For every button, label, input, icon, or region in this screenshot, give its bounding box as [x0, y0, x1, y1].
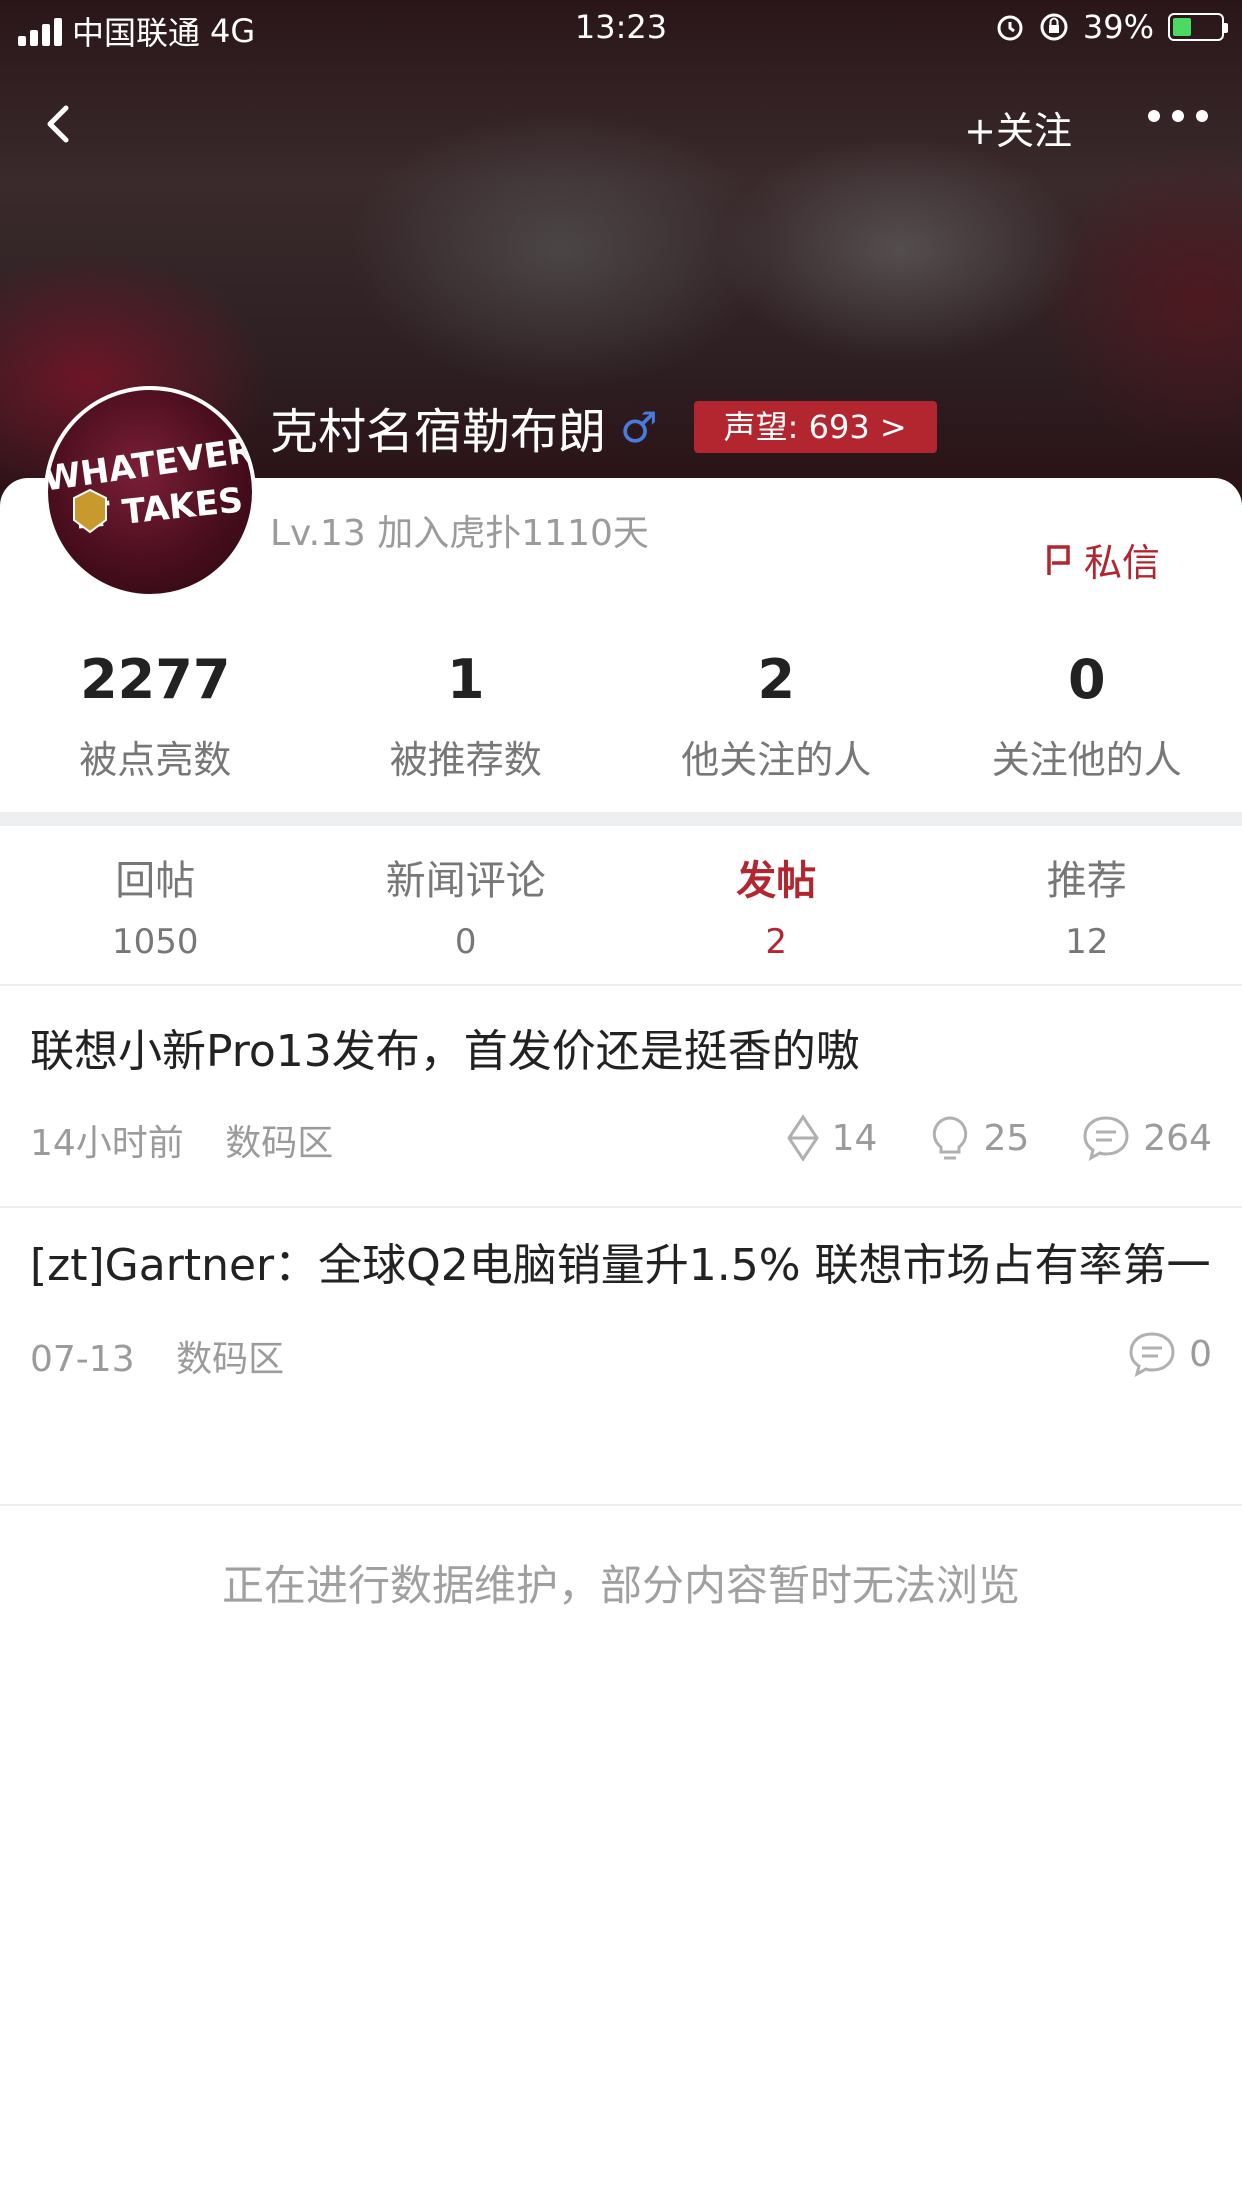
stats-row: 2277 被点亮数 1 被推荐数 2 他关注的人 0 关注他的人 — [0, 648, 1242, 784]
stat-label: 关注他的人 — [991, 738, 1182, 782]
rotation-lock-icon — [1040, 13, 1068, 41]
status-bar: 中国联通 4G 13:23 39% — [0, 0, 1242, 60]
tab-count: 12 — [1065, 922, 1109, 962]
more-dots-icon — [1148, 110, 1160, 122]
tab-recommend[interactable]: 推荐 12 — [932, 848, 1242, 962]
battery-icon — [1168, 13, 1228, 41]
stat-value: 2277 — [80, 648, 231, 711]
battery-percent: 39% — [1082, 8, 1154, 46]
list-separator — [0, 984, 1242, 986]
list-separator — [0, 1504, 1242, 1506]
tab-news-comments[interactable]: 新闻评论 0 — [311, 848, 622, 962]
reputation-badge[interactable]: 声望: 693 > — [693, 401, 937, 453]
tab-count: 1050 — [111, 922, 199, 962]
post-section: 数码区 — [225, 1123, 334, 1164]
private-message-label: 私信 — [1083, 541, 1160, 585]
content-tabs: 回帖 1050 新闻评论 0 发帖 2 推荐 12 — [0, 848, 1242, 962]
post-section: 数码区 — [176, 1339, 285, 1380]
reply-count: 264 — [1143, 1117, 1212, 1159]
lightbulb-icon — [933, 1116, 968, 1160]
back-button[interactable] — [30, 94, 90, 154]
follow-button[interactable]: +关注 — [964, 100, 1072, 155]
post-item[interactable]: [zt]Gartner：全球Q2电脑销量升1.5% 联想市场占有率第一 07-1… — [30, 1230, 1212, 1380]
comment-icon — [1083, 1116, 1129, 1161]
stat-recommended[interactable]: 1 被推荐数 — [311, 648, 622, 784]
top-nav: +关注 — [0, 90, 1242, 160]
stat-lights[interactable]: 2277 被点亮数 — [0, 648, 311, 784]
tab-label: 发帖 — [736, 858, 817, 904]
post-title: [zt]Gartner：全球Q2电脑销量升1.5% 联想市场占有率第一 — [30, 1240, 1211, 1291]
reply-count: 0 — [1189, 1333, 1212, 1375]
profile-card: Lv.13 加入虎扑1110天 私信 2277 被点亮数 1 被推荐数 2 他关… — [0, 478, 1242, 2208]
private-message-button[interactable]: 私信 — [1044, 532, 1160, 587]
flag-icon — [1047, 544, 1070, 575]
post-meta: 07-13 数码区 0 — [30, 1330, 1212, 1380]
tab-label: 回帖 — [115, 858, 196, 904]
recommend-count: 14 — [831, 1117, 878, 1159]
stat-followers[interactable]: 0 关注他的人 — [932, 648, 1242, 784]
stat-label: 被点亮数 — [79, 738, 232, 782]
more-button[interactable] — [1148, 110, 1208, 122]
profile-name-row: 克村名宿勒布朗 ♂ 声望: 693 > — [270, 392, 937, 462]
reply-stat: 264 — [1081, 1114, 1212, 1162]
comment-icon — [1129, 1332, 1175, 1377]
stat-value: 0 — [1067, 648, 1106, 711]
maintenance-notice: 正在进行数据维护，部分内容暂时无法浏览 — [221, 1561, 1020, 1610]
recommend-stat: 14 — [786, 1114, 878, 1162]
tab-count: 0 — [454, 922, 477, 962]
stat-label: 被推荐数 — [389, 738, 542, 782]
post-time: 07-13 — [30, 1339, 135, 1380]
post-time: 14小时前 — [30, 1123, 184, 1164]
avatar-logo: WHATEVER IT TAKES — [48, 431, 252, 538]
stat-value: 1 — [446, 648, 485, 711]
level-info: Lv.13 加入虎扑1110天 — [270, 513, 649, 554]
avatar[interactable]: WHATEVER IT TAKES — [44, 386, 256, 598]
section-divider — [0, 812, 1242, 826]
tab-replies[interactable]: 回帖 1050 — [0, 848, 311, 962]
stat-value: 2 — [757, 648, 796, 711]
stat-label: 他关注的人 — [681, 738, 872, 782]
stat-following[interactable]: 2 他关注的人 — [621, 648, 932, 784]
light-count: 25 — [983, 1117, 1030, 1159]
alarm-icon — [997, 15, 1023, 41]
tab-label: 推荐 — [1046, 858, 1127, 904]
male-icon: ♂ — [620, 402, 658, 452]
list-separator — [0, 1206, 1242, 1208]
username: 克村名宿勒布朗 — [270, 404, 607, 460]
light-stat: 25 — [929, 1114, 1029, 1162]
recommend-icon — [786, 1114, 819, 1162]
reply-stat: 0 — [1127, 1330, 1212, 1378]
post-meta: 14小时前 数码区 14 25 264 — [30, 1114, 1212, 1164]
post-item[interactable]: 联想小新Pro13发布，首发价还是挺香的嗷 14小时前 数码区 14 25 26… — [30, 1016, 1212, 1164]
tab-label: 新闻评论 — [385, 858, 546, 904]
tab-count: 2 — [765, 922, 788, 962]
post-title: 联想小新Pro13发布，首发价还是挺香的嗷 — [30, 1026, 860, 1077]
tab-posts[interactable]: 发帖 2 — [621, 848, 932, 962]
chevron-left-icon — [47, 105, 69, 143]
